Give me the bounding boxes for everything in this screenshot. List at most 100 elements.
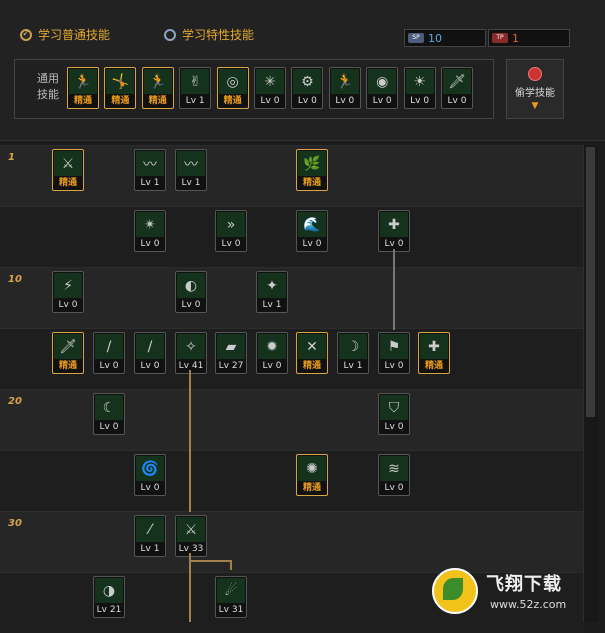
- tree-skill-3-4[interactable]: ▰ Lv 27: [215, 332, 247, 374]
- tree-skill-7-1[interactable]: ☄ Lv 31: [215, 576, 247, 618]
- skill-icon: ⚡: [54, 273, 82, 298]
- tp-label: TP: [492, 33, 508, 43]
- skill-icon: 🌿: [298, 151, 326, 176]
- tree-skill-2-1[interactable]: ◐ Lv 0: [175, 271, 207, 313]
- common-skill-10[interactable]: 🗡 Lv 0: [441, 67, 473, 109]
- skill-level-label: Lv 33: [178, 544, 204, 554]
- skill-level-label: Lv 0: [262, 361, 282, 371]
- tree-skill-3-7[interactable]: ☽ Lv 1: [337, 332, 369, 374]
- skill-level-label: 精通: [424, 361, 443, 371]
- level-requirement-label: 10: [8, 274, 22, 285]
- skill-icon: ☾: [95, 395, 123, 420]
- tree-skill-2-0[interactable]: ⚡ Lv 0: [52, 271, 84, 313]
- skill-tree-row: 🗡 精通 / Lv 0 / Lv 0 ✧ Lv 41 ▰ Lv 27 ✹ Lv 0 ✕ 精通 ☽ Lv 1 ⚑ L…: [0, 328, 583, 389]
- prerequisite-connector: [230, 560, 232, 570]
- skill-level-label: 精通: [58, 361, 77, 371]
- tree-skill-3-1[interactable]: / Lv 0: [93, 332, 125, 374]
- tree-skill-7-0[interactable]: ◑ Lv 21: [93, 576, 125, 618]
- tree-skill-3-9[interactable]: ✚ 精通: [418, 332, 450, 374]
- watermark: 飞翔下载 www.52z.com: [430, 560, 600, 620]
- tree-skill-1-3[interactable]: ✚ Lv 0: [378, 210, 410, 252]
- skill-level-label: 精通: [58, 178, 77, 188]
- common-skill-3[interactable]: ✌ Lv 1: [179, 67, 212, 109]
- common-skill-9[interactable]: ☀ Lv 0: [403, 67, 436, 109]
- tree-skill-3-0[interactable]: 🗡 精通: [52, 332, 84, 374]
- skill-level-label: 精通: [111, 96, 130, 106]
- tree-skill-3-8[interactable]: ⚑ Lv 0: [378, 332, 410, 374]
- skill-level-label: Lv 31: [218, 605, 244, 615]
- tree-skill-6-1[interactable]: ⚔ Lv 33: [175, 515, 207, 557]
- tree-skill-5-0[interactable]: 🌀 Lv 0: [134, 454, 166, 496]
- skill-level-label: 精通: [302, 178, 321, 188]
- common-skill-2[interactable]: 🏃 精通: [141, 67, 174, 109]
- skill-icon: ◐: [177, 273, 205, 298]
- skill-level-label: Lv 0: [297, 96, 317, 106]
- skill-icon: ⚔: [54, 151, 82, 176]
- tree-skill-0-2[interactable]: 〰 Lv 1: [175, 149, 207, 191]
- common-skill-4[interactable]: ◎ 精通: [216, 67, 249, 109]
- skill-icon: »: [217, 212, 245, 237]
- skill-icon: 🤸: [106, 69, 135, 94]
- tab-learn-normal-skills[interactable]: 学习普通技能: [20, 26, 110, 43]
- steal-skill-icon: [528, 67, 542, 81]
- skill-icon: /: [136, 334, 164, 359]
- tree-skill-1-1[interactable]: » Lv 0: [215, 210, 247, 252]
- tree-skill-5-2[interactable]: ≋ Lv 0: [378, 454, 410, 496]
- common-skill-1[interactable]: 🤸 精通: [104, 67, 137, 109]
- skill-tree-row: 1 ⚔ 精通 〰 Lv 1 〰 Lv 1 🌿 精通: [0, 145, 583, 206]
- skill-level-label: 精通: [223, 96, 242, 106]
- common-skill-7[interactable]: 🏃 Lv 0: [328, 67, 361, 109]
- skill-level-label: 精通: [302, 361, 321, 371]
- steal-skill-button[interactable]: 偷学技能 ▼: [506, 59, 564, 119]
- sp-value: 10: [428, 31, 442, 45]
- tree-skill-0-1[interactable]: 〰 Lv 1: [134, 149, 166, 191]
- skill-icon: ▰: [217, 334, 245, 359]
- skill-icon: ☽: [339, 334, 367, 359]
- skill-icon: 🌀: [136, 456, 164, 481]
- tree-skill-5-1[interactable]: ✺ 精通: [296, 454, 328, 496]
- skill-level-label: Lv 0: [302, 239, 322, 249]
- skill-level-label: 精通: [148, 96, 167, 106]
- skill-icon: ⚔: [177, 517, 205, 542]
- scrollbar-thumb[interactable]: [586, 147, 595, 417]
- tree-skill-1-2[interactable]: 🌊 Lv 0: [296, 210, 328, 252]
- skill-icon: ◎: [218, 69, 247, 94]
- tree-skill-4-1[interactable]: ⛉ Lv 0: [378, 393, 410, 435]
- prerequisite-connector: [189, 370, 191, 512]
- skill-icon: /: [95, 334, 123, 359]
- sp-label: SP: [408, 33, 424, 43]
- prerequisite-connector: [393, 249, 395, 330]
- tab-learn-trait-skills[interactable]: 学习特性技能: [164, 26, 254, 43]
- skill-icon: ✚: [420, 334, 448, 359]
- skill-tree-row: 20 ☾ Lv 0 ⛉ Lv 0: [0, 389, 583, 450]
- skill-level-label: 精通: [73, 96, 92, 106]
- tree-skill-2-2[interactable]: ✦ Lv 1: [256, 271, 288, 313]
- common-skill-0[interactable]: 🏃 精通: [67, 67, 99, 109]
- skill-tree-row: ✴ Lv 0 » Lv 0 🌊 Lv 0 ✚ Lv 0: [0, 206, 583, 267]
- tree-skill-0-3[interactable]: 🌿 精通: [296, 149, 328, 191]
- common-skill-5[interactable]: ✳ Lv 0: [254, 67, 286, 109]
- skill-level-label: 精通: [302, 483, 321, 493]
- skill-level-label: Lv 0: [99, 422, 119, 432]
- skill-icon: ✳: [256, 69, 284, 94]
- tree-skill-4-0[interactable]: ☾ Lv 0: [93, 393, 125, 435]
- tree-skill-6-0[interactable]: ⁄ Lv 1: [134, 515, 166, 557]
- dropdown-arrow-icon: ▼: [531, 101, 539, 111]
- skill-icon: ◑: [95, 578, 123, 603]
- tree-skill-3-5[interactable]: ✹ Lv 0: [256, 332, 288, 374]
- skill-icon: ☄: [217, 578, 245, 603]
- skill-icon: ✌: [181, 69, 210, 94]
- skill-level-label: Lv 0: [140, 361, 160, 371]
- tree-skill-3-3[interactable]: ✧ Lv 41: [175, 332, 207, 374]
- common-skill-6[interactable]: ⚙ Lv 0: [291, 67, 324, 109]
- tree-skill-0-0[interactable]: ⚔ 精通: [52, 149, 84, 191]
- skill-level-label: Lv 0: [384, 239, 404, 249]
- scrollbar[interactable]: [583, 145, 598, 622]
- radio-checked-icon: [20, 28, 32, 41]
- skill-icon: ✦: [258, 273, 286, 298]
- tree-skill-3-2[interactable]: / Lv 0: [134, 332, 166, 374]
- common-skill-8[interactable]: ◉ Lv 0: [366, 67, 399, 109]
- tree-skill-3-6[interactable]: ✕ 精通: [296, 332, 328, 374]
- tree-skill-1-0[interactable]: ✴ Lv 0: [134, 210, 166, 252]
- common-skills-panel: 通用技能 🏃 精通 🤸 精通 🏃 精通 ✌ Lv 1 ◎ 精通 ✳ Lv 0 ⚙ Lv 0 🏃 Lv 0 ◉ Lv…: [14, 59, 494, 119]
